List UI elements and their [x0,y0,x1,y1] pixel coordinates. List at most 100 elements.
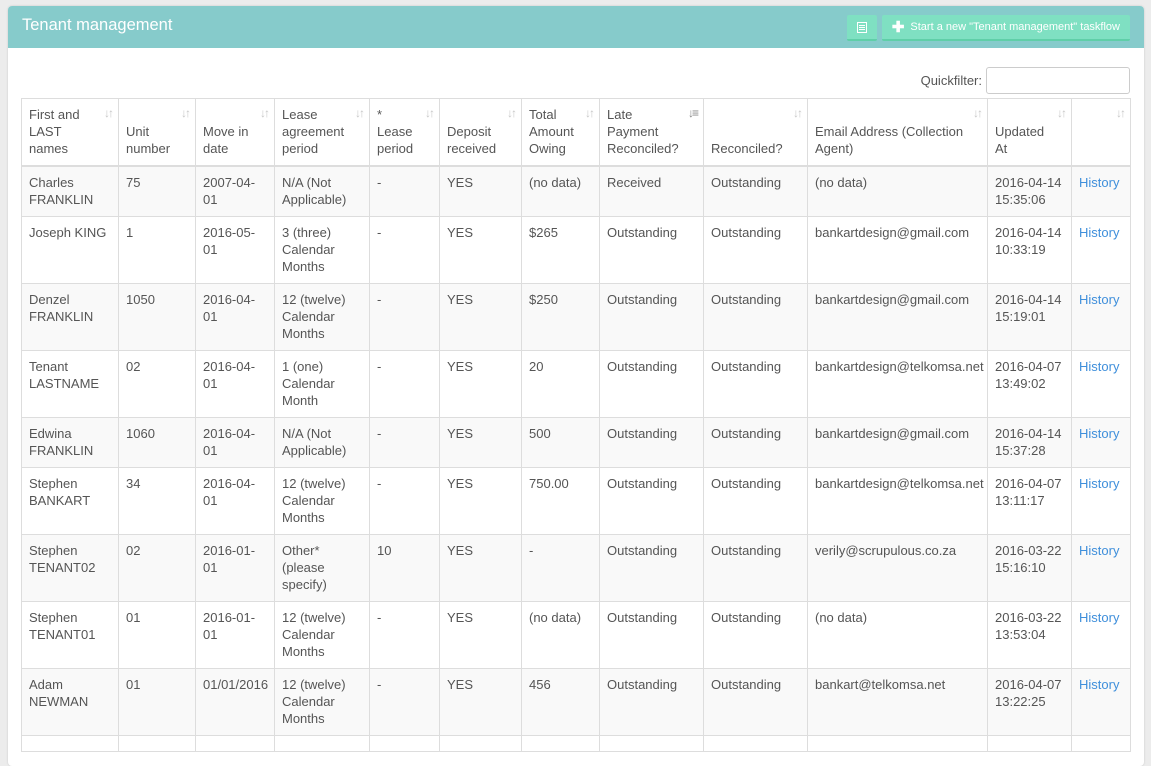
column-header[interactable]: Unit number ↓↑ [118,98,196,167]
sort-icon[interactable]: ↓↑ [973,105,983,122]
table-cell: Outstanding [599,534,704,602]
history-link[interactable]: History [1079,426,1119,441]
table-cell: YES [439,668,522,736]
sort-descending-icon[interactable]: ↓≡ [688,105,699,122]
table-cell: Denzel FRANKLIN [21,283,119,351]
history-link[interactable]: History [1079,677,1119,692]
cell-value: Charles FRANKLIN [29,175,94,207]
cell-value: YES [447,426,474,441]
column-header[interactable]: Updated At ↓↑ [987,98,1072,167]
history-link[interactable]: History [1079,610,1119,625]
table-cell: Tenant LASTNAME [21,350,119,418]
sort-icon[interactable]: ↓↑ [793,105,803,122]
table-cell: Edwina FRANKLIN [21,417,119,468]
column-header[interactable]: ↓↑ [1071,98,1131,167]
table-row: Joseph KING 1 2016-05-01 3 (three) Calendar… [21,216,1131,284]
cell-value: Outstanding [711,225,782,240]
cell-value: 2016-04-07 13:22:25 [995,677,1062,709]
history-link[interactable]: History [1079,175,1119,190]
column-header[interactable]: First and LAST names ↓↑ [21,98,119,167]
column-header[interactable]: Late Payment Reconciled? ↓≡ [599,98,704,167]
history-link[interactable]: History [1079,359,1119,374]
cell-value: 34 [126,476,141,491]
table-cell: Stephen TENANT02 [21,534,119,602]
table-cell: 2016-03-22 13:53:04 [987,601,1072,669]
panel-header: Tenant management ✚ Start a new "Tenant … [8,6,1144,48]
table-cell: 10 [369,534,440,602]
quickfilter-input[interactable] [986,66,1130,94]
cell-value: 10 [377,543,392,558]
column-header[interactable]: Deposit received ↓↑ [439,98,522,167]
table-header: First and LAST names ↓↑ Unit number ↓↑ Move … [21,98,1131,167]
cell-value: 456 [529,677,551,692]
column-header[interactable]: Reconciled? ↓↑ [703,98,808,167]
history-link[interactable]: History [1079,543,1119,558]
table-cell [195,735,275,752]
column-header[interactable]: Email Address (Collection Agent) ↓↑ [807,98,988,167]
cell-value: Outstanding [711,677,782,692]
table-cell: 2016-04-07 13:49:02 [987,350,1072,418]
sort-icon[interactable]: ↓↑ [1116,105,1126,122]
column-header[interactable]: Lease agreement period ↓↑ [274,98,370,167]
tenant-management-panel: Tenant management ✚ Start a new "Tenant … [8,6,1144,766]
table-cell: Outstanding [599,601,704,669]
cell-value: 2016-04-14 10:33:19 [995,225,1062,257]
column-header[interactable]: Move in date ↓↑ [195,98,275,167]
table-cell: History [1071,601,1131,669]
table-cell: 2016-05-01 [195,216,275,284]
column-header[interactable]: Total Amount Owing ↓↑ [521,98,600,167]
sort-icon[interactable]: ↓↑ [425,105,435,122]
table-cell: Stephen BANKART [21,467,119,535]
table-cell: - [369,467,440,535]
table-cell: Joseph KING [21,216,119,284]
table-cell: 01 [118,601,196,669]
table-cell: Outstanding [703,350,808,418]
sort-icon[interactable]: ↓↑ [585,105,595,122]
cell-value: (no data) [815,175,868,190]
cell-value: bankartdesign@gmail.com [815,292,970,307]
cell-value: 2016-05-01 [203,225,256,257]
table-cell: 3 (three) Calendar Months [274,216,370,284]
sort-icon[interactable]: ↓↑ [355,105,365,122]
table-cell: 2016-04-01 [195,283,275,351]
table-cell: Adam NEWMAN [21,668,119,736]
table-cell: Outstanding [599,668,704,736]
table-cell: 12 (twelve) Calendar Months [274,283,370,351]
sort-icon[interactable]: ↓↑ [507,105,517,122]
cell-value: bankartdesign@telkomsa.net [815,359,984,374]
sort-icon[interactable]: ↓↑ [104,105,114,122]
table-cell: - [369,350,440,418]
cell-value: Denzel FRANKLIN [29,292,94,324]
sort-icon[interactable]: ↓↑ [1057,105,1067,122]
table-cell: 12 (twelve) Calendar Months [274,601,370,669]
table-cell: Outstanding [599,283,704,351]
history-link[interactable]: History [1079,292,1119,307]
table-cell: 12 (twelve) Calendar Months [274,668,370,736]
table-cell [807,735,988,752]
start-taskflow-button[interactable]: ✚ Start a new "Tenant management" taskfl… [881,15,1130,41]
cell-value: 12 (twelve) Calendar Months [282,677,346,726]
column-header[interactable]: * Lease period ↓↑ [369,98,440,167]
list-view-button[interactable] [846,15,877,41]
history-link[interactable]: History [1079,476,1119,491]
sort-icon[interactable]: ↓↑ [181,105,191,122]
table-cell: Outstanding [703,283,808,351]
sort-icon[interactable]: ↓↑ [260,105,270,122]
cell-value: - [377,292,382,307]
table-cell [369,735,440,752]
table-cell: bankartdesign@gmail.com [807,216,988,284]
table-cell: bankartdesign@gmail.com [807,417,988,468]
cell-value: bankart@telkomsa.net [815,677,946,692]
history-link[interactable]: History [1079,225,1119,240]
cell-value: 2016-04-07 13:11:17 [995,476,1062,508]
cell-value: YES [447,543,474,558]
column-header-label: First and LAST names [29,107,80,156]
cell-value: YES [447,476,474,491]
quickfilter-row: Quickfilter: [8,48,1144,98]
cell-value: 3 (three) Calendar Months [282,225,335,274]
cell-value: N/A (Not Applicable) [282,175,347,207]
cell-value: 1060 [126,426,155,441]
cell-value: Stephen TENANT01 [29,610,96,642]
table-cell: 75 [118,165,196,217]
cell-value: YES [447,292,474,307]
